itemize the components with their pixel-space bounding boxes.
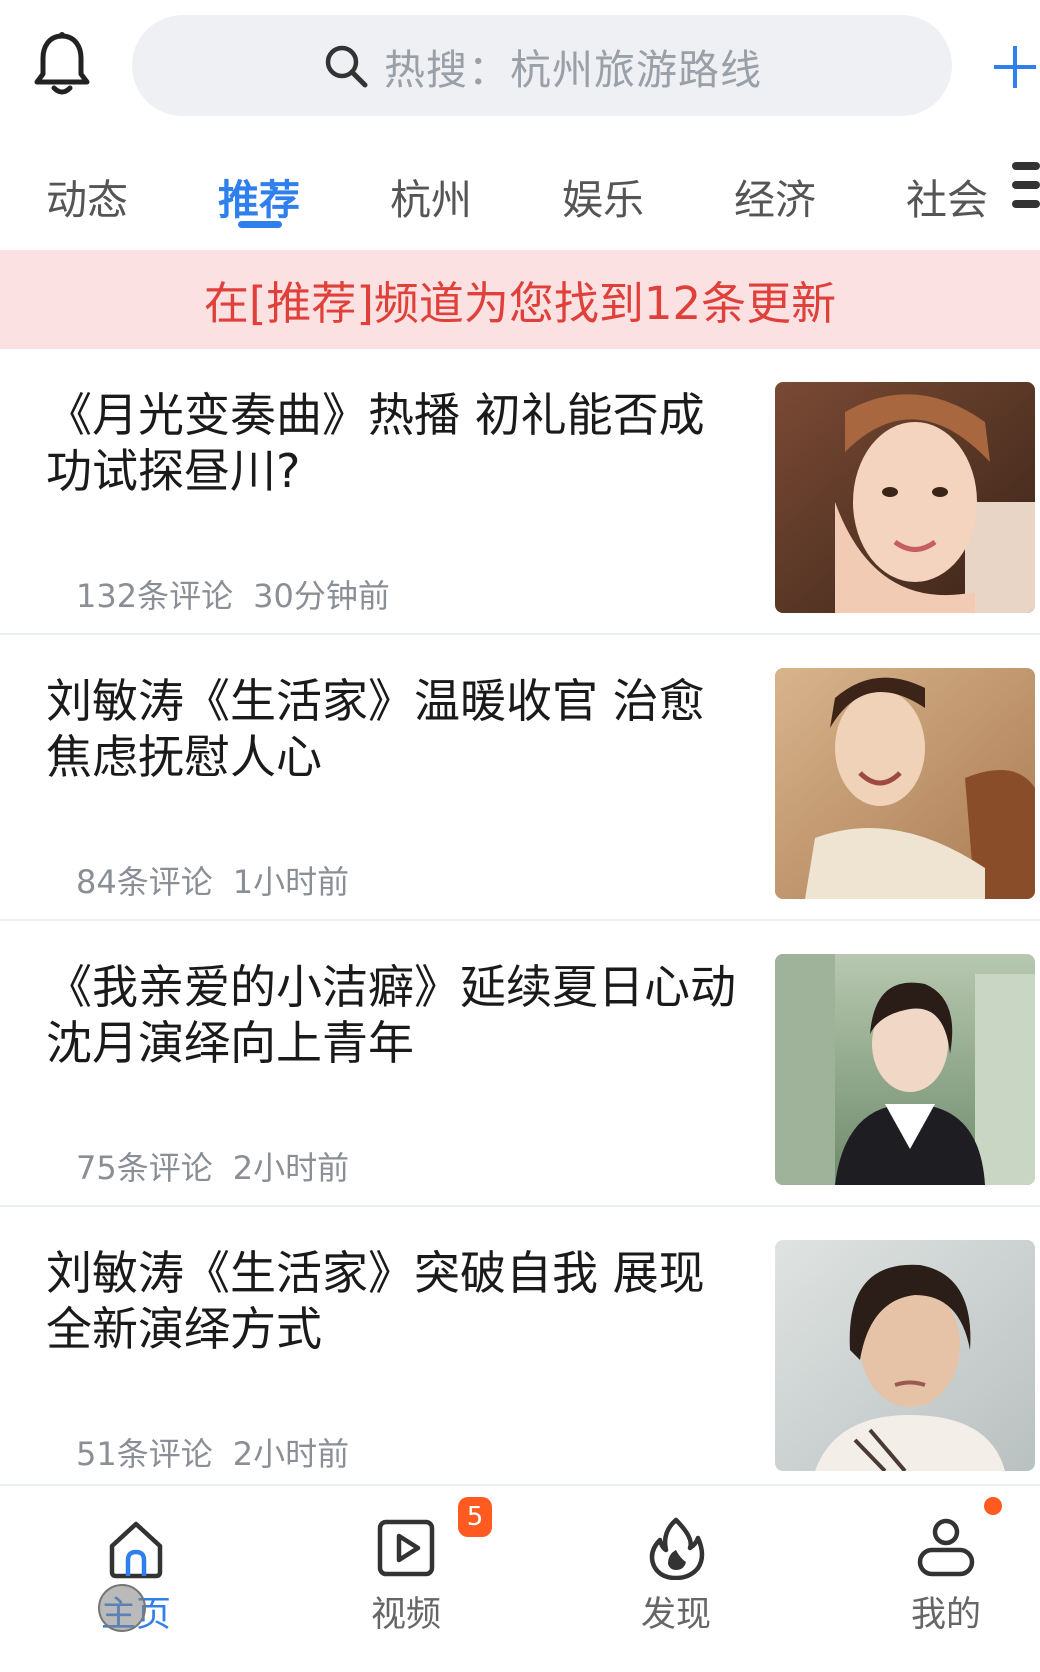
news-meta: 132条评论 30分钟前 [76,571,390,617]
news-thumbnail[interactable] [775,954,1035,1185]
touch-indicator [98,1584,146,1632]
portrait-woman-serious [775,1240,1035,1471]
news-title[interactable]: 刘敏涛《生活家》突破自我 展现全新演绎方式 [46,1245,746,1357]
news-time: 2小时前 [232,1149,350,1187]
tab-economy[interactable]: 经济 [734,166,816,226]
bottom-nav: 主页 视频 发现 我的 [0,1484,1040,1672]
nav-discover-label: 发现 [640,1595,711,1635]
portrait-woman-smiling [775,382,1035,613]
news-meta: 75条评论 2小时前 [76,1143,349,1189]
flame-icon [649,1517,705,1580]
news-title[interactable]: 刘敏涛《生活家》温暖收官 治愈焦虑抚慰人心 [46,673,746,785]
plus-icon[interactable] [990,42,1040,92]
tab-entertainment[interactable]: 娱乐 [562,166,644,226]
news-thumbnail[interactable] [775,382,1035,613]
news-item[interactable]: 刘敏涛《生活家》突破自我 展现全新演绎方式 51条评论 2小时前 [0,1207,1040,1493]
comment-count: 84条评论 [76,863,213,901]
news-thumbnail[interactable] [775,668,1035,899]
video-badge: 5 [458,1497,492,1537]
news-item[interactable]: 《我亲爱的小洁癖》延续夏日心动 沈月演绎向上青年 75条评论 2小时前 [0,921,1040,1207]
tab-society[interactable]: 社会 [906,166,988,226]
tabs-menu-icon[interactable] [1012,162,1040,220]
news-thumbnail[interactable] [775,1240,1035,1471]
bell-icon[interactable] [32,30,92,100]
news-item[interactable]: 刘敏涛《生活家》温暖收官 治愈焦虑抚慰人心 84条评论 1小时前 [0,635,1040,921]
nav-discover[interactable]: 发现 [606,1516,746,1637]
search-bar[interactable]: 热搜：杭州旅游路线 [132,15,952,116]
nav-profile[interactable]: 我的 [876,1516,1016,1637]
nav-profile-label: 我的 [910,1595,981,1635]
news-time: 1小时前 [232,863,350,901]
nav-video-label: 视频 [370,1595,441,1635]
tab-recommend[interactable]: 推荐 [218,166,300,226]
user-icon [917,1518,975,1577]
top-bar: 热搜：杭州旅游路线 [0,0,1040,140]
portrait-woman-laughing [775,668,1035,899]
news-feed: 《月光变奏曲》热播 初礼能否成功试探昼川? 132条评论 30分钟前 刘敏涛《生活… [0,349,1040,1493]
news-item[interactable]: 《月光变奏曲》热播 初礼能否成功试探昼川? 132条评论 30分钟前 [0,349,1040,635]
tab-dongtai[interactable]: 动态 [46,166,128,226]
active-tab-indicator [238,221,282,228]
news-meta: 51条评论 2小时前 [76,1429,349,1475]
news-title[interactable]: 《月光变奏曲》热播 初礼能否成功试探昼川? [46,387,746,499]
update-banner-text: 在[推荐]频道为您找到12条更新 [203,277,837,330]
news-meta: 84条评论 1小时前 [76,857,349,903]
comment-count: 51条评论 [76,1435,213,1473]
news-title[interactable]: 《我亲爱的小洁癖》延续夏日心动 沈月演绎向上青年 [46,959,746,1071]
news-time: 2小时前 [232,1435,350,1473]
channel-tabs: 动态 推荐 杭州 娱乐 经济 社会 [0,140,1040,250]
video-icon [377,1519,435,1577]
nav-video[interactable]: 视频 [336,1516,476,1637]
search-icon [325,45,368,87]
search-placeholder: 热搜：杭州旅游路线 [384,45,762,94]
home-icon [109,1521,163,1579]
comment-count: 75条评论 [76,1149,213,1187]
news-time: 30分钟前 [253,577,390,615]
profile-notification-dot [984,1497,1002,1515]
portrait-woman-outdoors [775,954,1035,1185]
comment-count: 132条评论 [76,577,234,615]
update-banner: 在[推荐]频道为您找到12条更新 [0,250,1040,349]
tab-hangzhou[interactable]: 杭州 [390,166,472,226]
